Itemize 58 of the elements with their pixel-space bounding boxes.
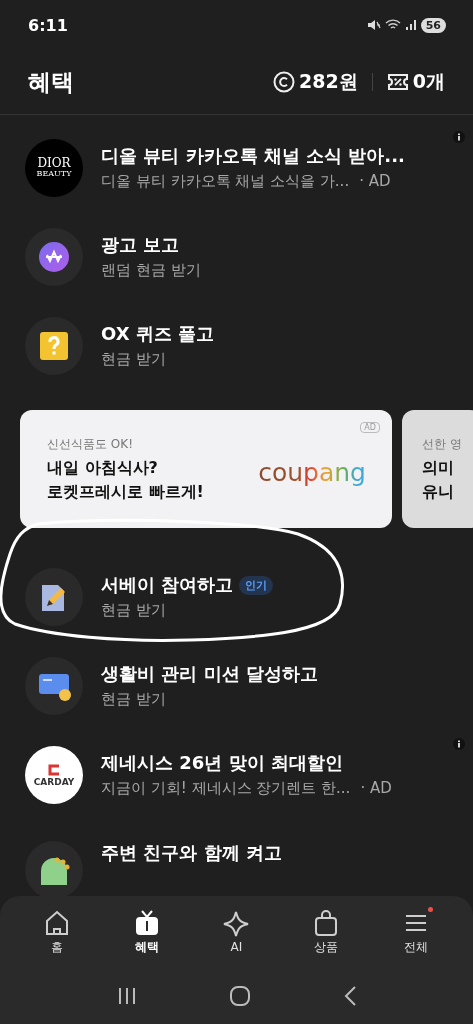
item-subtitle: 지금이 기회! 제네시스 장기렌트 한...: [101, 779, 351, 798]
item-subtitle: 랜덤 현금 받기: [101, 261, 201, 280]
question-block-icon: [39, 330, 69, 361]
signal-icon: [404, 19, 417, 31]
item-subtitle: 디올 뷰티 카카오톡 채널 소식을 가...: [101, 172, 350, 191]
list-item[interactable]: 서베이 참여하고 인기 현금 받기: [0, 552, 473, 641]
recents-button[interactable]: [116, 987, 137, 1005]
list-item[interactable]: DIOR BEAUTY 디올 뷰티 카카오톡 채널 소식 받아... 디올 뷰티 카카오톡 채널 소식을 가... · AD: [0, 123, 473, 212]
info-icon[interactable]: [453, 738, 465, 750]
card-headline: 유니: [422, 481, 455, 503]
item-title: 디올 뷰티 카카오톡 채널 소식 받아...: [101, 144, 405, 168]
item-title: 광고 보고: [101, 233, 180, 257]
sparkle-icon: [222, 910, 251, 938]
item-title: OX 퀴즈 풀고: [101, 322, 215, 346]
nav-tab[interactable]: 전체: [386, 904, 447, 960]
card-headline: 내일 아침식사?: [47, 457, 159, 479]
card-eyebrow: 신선식품도 OK!: [47, 435, 134, 453]
back-button[interactable]: [342, 986, 357, 1006]
item-subtitle: 현금 받기: [101, 690, 166, 709]
brand-avatar: CARDAY: [25, 745, 83, 804]
coupon-icon: [386, 73, 409, 91]
popular-badge: 인기: [239, 575, 274, 595]
coupon-count[interactable]: 0개: [412, 69, 445, 95]
info-icon[interactable]: [453, 131, 465, 143]
card-eyebrow: 선한 영: [422, 435, 462, 453]
status-time: 6:11: [28, 15, 68, 35]
item-subtitle: 현금 받기: [101, 601, 166, 620]
item-title: 생활비 관리 미션 달성하고: [101, 662, 318, 686]
list-item[interactable]: OX 퀴즈 풀고 현금 받기: [0, 301, 473, 390]
brand-avatar: DIOR BEAUTY: [25, 138, 83, 197]
card-headline: 의미: [422, 457, 455, 479]
item-title: 주변 친구와 함께 켜고: [101, 841, 282, 865]
won-coin-icon: [39, 241, 69, 272]
item-title: 서베이 참여하고: [101, 573, 234, 597]
item-subtitle: 현금 받기: [101, 350, 166, 369]
notification-dot: [428, 906, 434, 912]
mute-icon: [366, 19, 381, 31]
page-title: 혜택: [28, 67, 74, 97]
nav-tab[interactable]: 혜택: [116, 904, 177, 960]
ad-label: AD: [360, 422, 380, 433]
item-title: 제네시스 26년 맞이 최대할인: [101, 751, 343, 775]
nav-tab[interactable]: AI: [206, 906, 267, 958]
card-headline: 로켓프레시로 빠르게!: [47, 481, 204, 503]
ad-tag: · AD: [359, 172, 391, 191]
battery-level: 56: [420, 17, 446, 33]
home-button[interactable]: [229, 986, 250, 1006]
ad-card[interactable]: 선한 영 의미 유니: [402, 410, 473, 528]
nav-tab[interactable]: 홈: [26, 904, 87, 960]
coin-icon: [273, 71, 296, 93]
list-item[interactable]: 광고 보고 랜덤 현금 받기: [0, 212, 473, 301]
ad-card[interactable]: AD 신선식품도 OK! 내일 아침식사? 로켓프레시로 빠르게! coupang: [20, 410, 392, 528]
ad-tag: · AD: [360, 779, 392, 798]
nav-tab[interactable]: 상품: [296, 904, 357, 960]
wifi-icon: [384, 19, 401, 31]
list-item[interactable]: 생활비 관리 미션 달성하고 현금 받기: [0, 641, 473, 730]
points-amount[interactable]: 282원: [299, 69, 358, 95]
list-item[interactable]: CARDAY 제네시스 26년 맞이 최대할인 지금이 기회! 제네시스 장기렌트 한... · AD: [0, 730, 473, 819]
list-item[interactable]: 주변 친구와 함께 켜고: [0, 819, 473, 896]
